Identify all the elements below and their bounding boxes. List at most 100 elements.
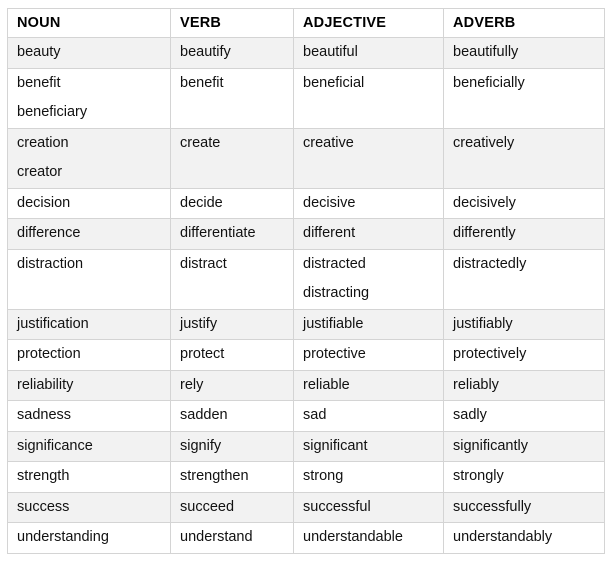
word-text: beneficially xyxy=(453,74,525,91)
word-text: justification xyxy=(17,315,89,332)
table-cell-adjective: successful xyxy=(293,491,444,523)
table-cell-noun: distraction xyxy=(7,248,171,310)
word-text: beautify xyxy=(180,44,231,60)
table-cell-noun: justification xyxy=(7,308,171,340)
word-text: beneficial xyxy=(303,74,365,91)
word-text: signify xyxy=(180,437,222,454)
table-cell-noun: significance xyxy=(7,430,171,462)
word-text: sadly xyxy=(453,407,487,423)
word-text: beautiful xyxy=(303,44,358,60)
table-cell-adverb: beneficially xyxy=(443,67,605,129)
word-text: succeed xyxy=(180,498,235,515)
word-text: successfully xyxy=(453,498,532,515)
table-row: strength strengthen strong strongly xyxy=(7,461,605,493)
table-row: understanding understand understandable und… xyxy=(7,522,605,554)
table-row: creation creator create creative creatively xyxy=(7,127,605,189)
word-text: benefit xyxy=(180,74,224,91)
table-cell-verb: distract xyxy=(170,248,294,310)
table-cell-adverb: understandably xyxy=(443,522,605,554)
table-cell-verb: signify xyxy=(170,430,294,462)
table-row: success succeed successful successfully xyxy=(7,491,605,523)
table-cell-verb: rely xyxy=(170,369,294,401)
table-cell-adjective: sad xyxy=(293,400,444,432)
table-cell-verb: justify xyxy=(170,308,294,340)
table-row: significance signify significant significan… xyxy=(7,430,605,462)
word-text: beauty xyxy=(17,44,61,60)
table-row: benefit beneficiary benefit beneficial benef… xyxy=(7,67,605,129)
table-body: beauty beautify beautiful beautifully benefi… xyxy=(7,37,605,554)
table-cell-adverb: differently xyxy=(443,218,605,250)
word-text: differently xyxy=(453,225,516,241)
table-header: NOUN VERB ADJECTIVE ADVERB xyxy=(7,8,605,38)
table-cell-verb: sadden xyxy=(170,400,294,432)
table-cell-adverb: significantly xyxy=(443,430,605,462)
table-cell-adjective: distracted distracting xyxy=(293,248,444,310)
table-cell-noun: strength xyxy=(7,461,171,493)
word-text: creation xyxy=(17,134,69,151)
word-text: difference xyxy=(17,225,81,241)
table-row: distraction distract distracted distracting… xyxy=(7,248,605,310)
table-cell-noun: decision xyxy=(7,187,171,219)
table-cell-noun: understanding xyxy=(7,522,171,554)
word-text: beautifully xyxy=(453,44,519,60)
word-text: create xyxy=(180,134,221,151)
table-cell-adverb: creatively xyxy=(443,127,605,189)
column-header-adjective: ADJECTIVE xyxy=(293,8,444,38)
table-cell-adverb: beautifully xyxy=(443,37,605,69)
word-text: understanding xyxy=(17,529,109,545)
table-cell-verb: differentiate xyxy=(170,218,294,250)
table-cell-noun: success xyxy=(7,491,171,523)
table-cell-noun: creation creator xyxy=(7,127,171,189)
table-cell-verb: create xyxy=(170,127,294,189)
table-row: difference differentiate different differen… xyxy=(7,218,605,250)
word-text: understand xyxy=(180,529,253,545)
table-cell-adverb: decisively xyxy=(443,187,605,219)
word-text: decisive xyxy=(303,194,356,211)
table-cell-verb: beautify xyxy=(170,37,294,69)
word-text: understandably xyxy=(453,529,553,545)
table-cell-adjective: creative xyxy=(293,127,444,189)
word-text: reliable xyxy=(303,376,350,393)
table-cell-adverb: justifiably xyxy=(443,308,605,340)
table-cell-adjective: different xyxy=(293,218,444,250)
word-text: significance xyxy=(17,437,93,454)
table-cell-noun: benefit beneficiary xyxy=(7,67,171,129)
word-text: distractedly xyxy=(453,255,527,272)
word-text: distract xyxy=(180,255,227,272)
word-text: protectively xyxy=(453,346,527,362)
table-row: protection protect protective protectively xyxy=(7,339,605,371)
table-cell-noun: difference xyxy=(7,218,171,250)
word-text: significant xyxy=(303,437,368,454)
table-cell-adjective: strong xyxy=(293,461,444,493)
word-text: understandable xyxy=(303,529,403,545)
table-cell-adverb: successfully xyxy=(443,491,605,523)
word-text: reliably xyxy=(453,376,499,393)
table-cell-adjective: beneficial xyxy=(293,67,444,129)
word-text: differentiate xyxy=(180,225,256,241)
table-cell-adjective: understandable xyxy=(293,522,444,554)
table-cell-adverb: sadly xyxy=(443,400,605,432)
word-text: creatively xyxy=(453,134,515,151)
page-root: NOUN VERB ADJECTIVE ADVERB beauty beautif… xyxy=(0,0,613,567)
word-text: strength xyxy=(17,468,70,484)
table-cell-verb: succeed xyxy=(170,491,294,523)
word-text: beneficiary xyxy=(17,104,88,120)
table-cell-adverb: strongly xyxy=(443,461,605,493)
word-text: protect xyxy=(180,346,225,362)
table-cell-adjective: reliable xyxy=(293,369,444,401)
word-text: reliability xyxy=(17,376,74,393)
word-text: creative xyxy=(303,134,354,151)
table-cell-adjective: beautiful xyxy=(293,37,444,69)
word-text: sadden xyxy=(180,407,228,423)
word-forms-table: NOUN VERB ADJECTIVE ADVERB beauty beautif… xyxy=(7,8,605,554)
word-text: protection xyxy=(17,346,81,362)
column-header-adverb: ADVERB xyxy=(443,8,605,38)
table-row: sadness sadden sad sadly xyxy=(7,400,605,432)
table-cell-adverb: protectively xyxy=(443,339,605,371)
table-cell-noun: protection xyxy=(7,339,171,371)
table-cell-noun: reliability xyxy=(7,369,171,401)
table-cell-adjective: decisive xyxy=(293,187,444,219)
table-cell-verb: understand xyxy=(170,522,294,554)
word-text: strong xyxy=(303,468,344,484)
word-text: successful xyxy=(303,498,371,515)
